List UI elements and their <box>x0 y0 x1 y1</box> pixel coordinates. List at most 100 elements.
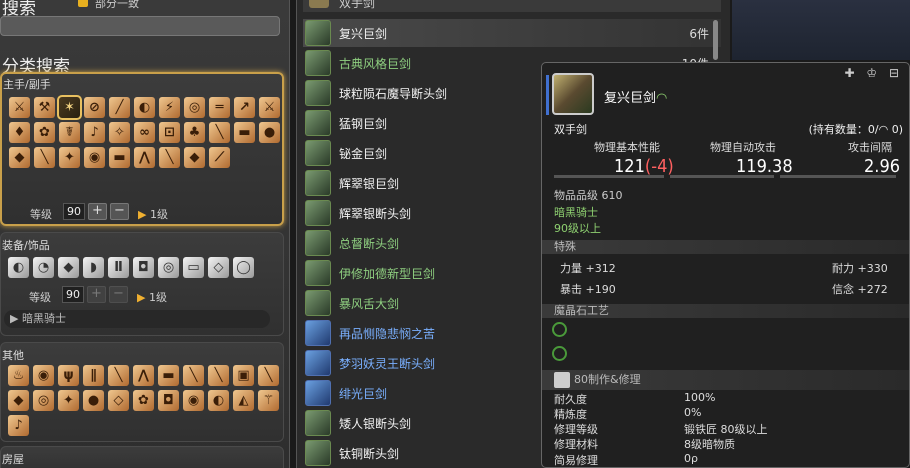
stat-det: 信念 +272 <box>832 283 888 296</box>
craft-material-label: 修理材料 <box>554 438 598 451</box>
weapon-category-icon[interactable]: ◐ <box>134 97 155 118</box>
other-category-icon[interactable]: ✦ <box>58 390 79 411</box>
list-item[interactable]: 复兴巨剑 6件 <box>303 19 721 47</box>
list-scrollbar[interactable] <box>713 20 718 60</box>
weapon-category-icon[interactable]: ♣ <box>184 122 205 143</box>
other-category-icon[interactable]: ⋀ <box>133 365 154 386</box>
other-category-icon[interactable]: ψ <box>58 365 79 386</box>
weapon-category-icon[interactable]: ● <box>259 122 280 143</box>
weapon-category-icon[interactable]: ⊘ <box>84 97 105 118</box>
level-range: ▶ 1级 <box>138 208 168 221</box>
weapon-category-icon[interactable]: ♪ <box>84 122 105 143</box>
other-category-icon[interactable]: ◘ <box>158 390 179 411</box>
list-item-name: 辉翠银断头剑 <box>339 207 412 221</box>
craft-durability-value: 100% <box>684 391 716 404</box>
equip-plus-button[interactable]: + <box>87 286 106 303</box>
level-minus-button[interactable]: − <box>110 203 129 220</box>
list-item-name: 伊修加德新型巨剑 <box>339 267 436 281</box>
list-item-name: 总督断头剑 <box>339 237 400 251</box>
other-category-icon[interactable]: ∥ <box>83 365 104 386</box>
other-category-icon[interactable]: ◉ <box>33 365 54 386</box>
weapon-category-icon[interactable]: ◎ <box>184 97 205 118</box>
level-input[interactable]: 90 <box>63 203 85 220</box>
weapon-category-icon[interactable]: ▬ <box>234 122 255 143</box>
other-category-icon[interactable]: ◐ <box>208 390 229 411</box>
equipment-category-icon[interactable]: ◘ <box>133 257 154 278</box>
weapon-category-icon[interactable]: ◆ <box>9 147 30 168</box>
item-tooltip: 复兴巨剑◠ ✚ ♔ ⊟ 双手剑 (持有数量：0/◠ 0) 物理基本性能 物理自动… <box>541 62 910 468</box>
stat-header-base: 物理基本性能 <box>594 141 660 154</box>
weapon-category-icon[interactable]: ⚔ <box>9 97 30 118</box>
stat-bar-auto <box>670 175 774 178</box>
search-input[interactable] <box>0 16 280 36</box>
item-icon <box>305 320 331 346</box>
weapon-category-icon[interactable]: ✿ <box>34 122 55 143</box>
weapon-category-icon[interactable]: ⚔ <box>259 97 280 118</box>
category-icon <box>309 0 329 8</box>
equipment-category-icon[interactable]: ◇ <box>208 257 229 278</box>
weapon-category-icon[interactable]: ✦ <box>59 147 80 168</box>
other-category-icon[interactable]: ◆ <box>8 390 29 411</box>
equipment-category-icon[interactable]: ◆ <box>58 257 79 278</box>
list-item-name: 辉翠银巨剑 <box>339 177 400 191</box>
other-category-icon[interactable]: ╲ <box>183 365 204 386</box>
other-category-icon[interactable]: ◭ <box>233 390 254 411</box>
weapon-category-icon[interactable]: ▬ <box>109 147 130 168</box>
equipment-category-icon[interactable]: ◔ <box>33 257 54 278</box>
tooltip-buttons[interactable]: ✚ ♔ ⊟ <box>845 66 904 80</box>
equipment-category-icon[interactable]: ◗ <box>83 257 104 278</box>
weapon-category-icon[interactable]: ⟋ <box>209 147 230 168</box>
other-category-icon[interactable]: ╲ <box>108 365 129 386</box>
other-category-icon[interactable]: ◉ <box>183 390 204 411</box>
equipment-category-icon[interactable]: ◯ <box>233 257 254 278</box>
other-category-icon[interactable]: ⚚ <box>258 390 279 411</box>
weapon-category-icon[interactable]: ╲ <box>34 147 55 168</box>
other-category-icon[interactable]: ✿ <box>133 390 154 411</box>
partial-match-checkbox[interactable] <box>78 0 88 7</box>
weapon-category-icon[interactable]: ╲ <box>209 122 230 143</box>
equip-minus-button[interactable]: − <box>109 286 128 303</box>
weapon-category-icon[interactable]: ✧ <box>109 122 130 143</box>
other-category-icon[interactable]: ◇ <box>108 390 129 411</box>
weapon-category-icon[interactable]: ⋀ <box>134 147 155 168</box>
weapon-category-icon[interactable]: ⊡ <box>159 122 180 143</box>
left-search-panel: 搜索 部分一致 分类搜索 主手/副手 ⚔ ⚒ ✶ ⊘ ╱ ◐ ⚡ ◎ ═ ↗ ⚔ ♦ ✿ ☤ ♪ ✧ ∞ ⊡ ♣ ╲ ▬… <box>0 0 290 468</box>
weapon-category-icon[interactable]: ✶ <box>57 95 82 120</box>
stat-bar-base <box>554 175 664 178</box>
level-plus-button[interactable]: + <box>88 203 107 220</box>
weapon-category-icon[interactable]: ♦ <box>9 122 30 143</box>
other-category-icon[interactable]: ╲ <box>258 365 279 386</box>
weapon-category-icon[interactable]: ◉ <box>84 147 105 168</box>
background-window <box>732 0 910 60</box>
weapon-category-icon[interactable]: ⚡ <box>159 97 180 118</box>
job-dropdown[interactable]: ▶ 暗黑骑士 <box>4 310 270 328</box>
weapon-category-icon[interactable]: ⚒ <box>34 97 55 118</box>
weapon-category-icon[interactable]: ∞ <box>134 122 155 143</box>
other-category-icon[interactable]: ♨ <box>8 365 29 386</box>
owned-count: (持有数量：0/◠ 0) <box>808 123 903 136</box>
equipment-category-icon[interactable]: ◎ <box>158 257 179 278</box>
equipment-category-icon[interactable]: ◐ <box>8 257 29 278</box>
other-category-icon[interactable]: ♪ <box>8 415 29 436</box>
weapon-category-icon[interactable]: ╱ <box>109 97 130 118</box>
other-category-icon[interactable]: ◎ <box>33 390 54 411</box>
other-label: 其他 <box>2 349 24 362</box>
equipment-category-icon[interactable]: Ⅱ <box>108 257 129 278</box>
other-category-icon[interactable]: ▬ <box>158 365 179 386</box>
item-req-level: 90级以上 <box>554 222 601 235</box>
weapon-category-icon[interactable]: ═ <box>209 97 230 118</box>
weapon-category-icon[interactable]: ☤ <box>59 122 80 143</box>
list-item-name: 钛铜断头剑 <box>339 447 400 461</box>
other-category-icon[interactable]: ▣ <box>233 365 254 386</box>
other-category-icon[interactable]: ● <box>83 390 104 411</box>
weapon-category-icon[interactable]: ↗ <box>234 97 255 118</box>
list-item-name: 猛钢巨剑 <box>339 117 388 131</box>
craft-quick-repair-value: 0ρ <box>684 452 698 465</box>
equipment-category-icon[interactable]: ▭ <box>183 257 204 278</box>
weapon-category-icon[interactable]: ◆ <box>184 147 205 168</box>
item-icon <box>305 230 331 256</box>
weapon-category-icon[interactable]: ╲ <box>159 147 180 168</box>
equip-level-input[interactable]: 90 <box>62 286 84 303</box>
other-category-icon[interactable]: ╲ <box>208 365 229 386</box>
item-level: 物品品级 610 <box>554 189 623 202</box>
